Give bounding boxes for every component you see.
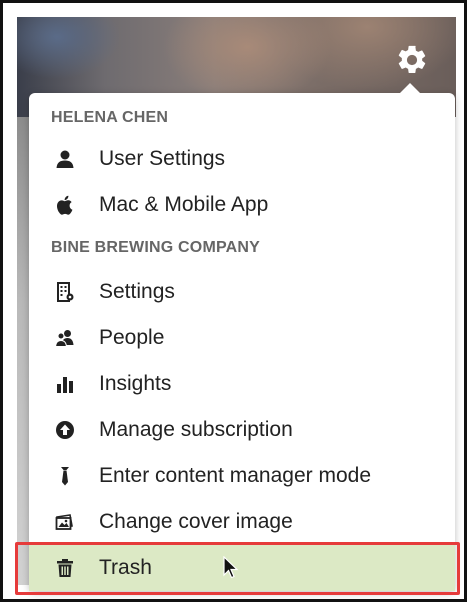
menu-item-manage-subscription[interactable]: Manage subscription	[29, 410, 455, 450]
menu-item-label: Manage subscription	[99, 418, 293, 441]
menu-caret	[400, 83, 420, 93]
apple-icon	[55, 195, 75, 215]
section-header-user: HELENA CHEN	[51, 109, 169, 126]
menu-item-label: Change cover image	[99, 510, 293, 533]
menu-item-people[interactable]: People	[29, 318, 455, 358]
screenshot-frame: HELENA CHEN User Settings Mac & Mobile A…	[0, 0, 467, 602]
menu-item-settings[interactable]: Settings	[29, 272, 455, 312]
menu-item-label: Settings	[99, 280, 175, 303]
menu-item-label: Enter content manager mode	[99, 464, 371, 487]
menu-item-insights[interactable]: Insights	[29, 364, 455, 404]
menu-item-content-manager-mode[interactable]: Enter content manager mode	[29, 456, 455, 496]
menu-item-label: People	[99, 326, 165, 349]
people-icon	[55, 328, 75, 348]
menu-item-trash[interactable]: Trash	[29, 545, 455, 591]
tie-icon	[55, 466, 75, 486]
image-icon	[55, 512, 75, 532]
user-icon	[55, 149, 75, 169]
menu-item-mac-mobile-app[interactable]: Mac & Mobile App	[29, 185, 455, 225]
section-header-company: BINE BREWING COMPANY	[51, 239, 261, 256]
gear-icon[interactable]	[395, 43, 429, 77]
mouse-pointer-icon	[223, 556, 239, 579]
menu-item-label: Trash	[99, 556, 152, 579]
menu-item-label: User Settings	[99, 147, 226, 170]
menu-item-change-cover-image[interactable]: Change cover image	[29, 502, 455, 542]
settings-dropdown-menu: HELENA CHEN User Settings Mac & Mobile A…	[29, 83, 455, 591]
menu-item-label: Insights	[99, 372, 172, 395]
trash-icon	[55, 558, 75, 578]
bar-chart-icon	[55, 374, 75, 394]
menu-item-label: Mac & Mobile App	[99, 193, 269, 216]
menu-item-user-settings[interactable]: User Settings	[29, 139, 455, 179]
building-icon	[55, 282, 75, 302]
upload-circle-icon	[55, 420, 75, 440]
